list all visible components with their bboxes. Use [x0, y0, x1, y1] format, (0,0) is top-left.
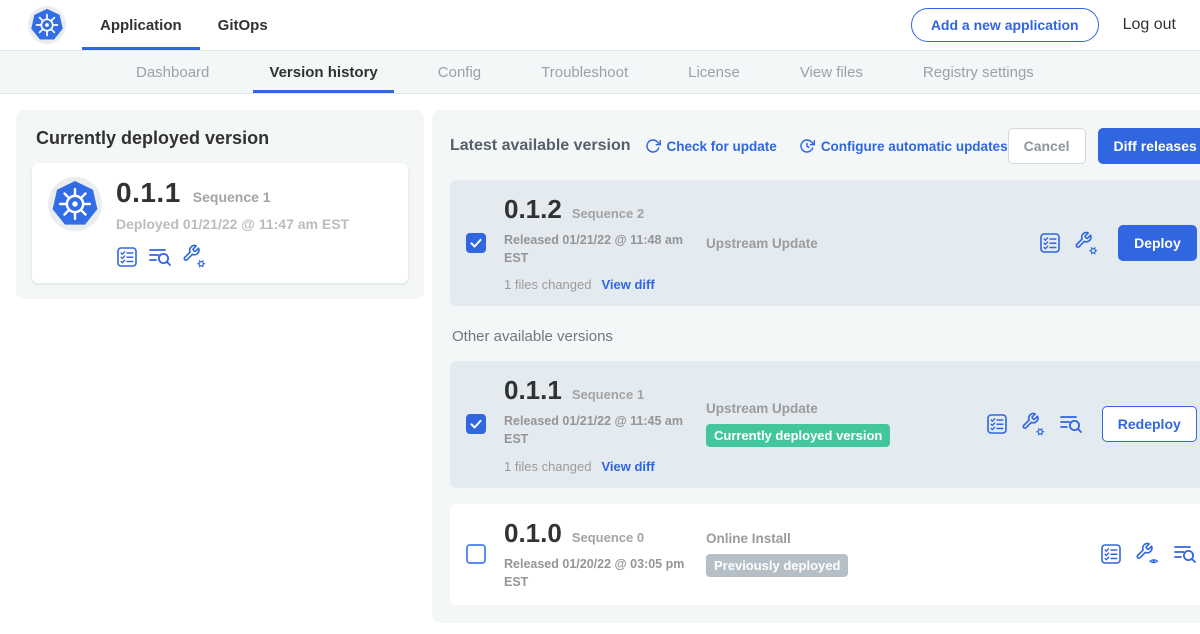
subtab-license-label: License [688, 64, 740, 81]
currently-deployed-badge: Currently deployed version [706, 424, 890, 447]
redeploy-button[interactable]: Redeploy [1102, 406, 1197, 442]
file-search-icon[interactable] [148, 246, 172, 268]
subtab-license[interactable]: License [672, 51, 756, 93]
subtab-version-history[interactable]: Version history [253, 51, 393, 93]
checklist-icon[interactable] [1039, 232, 1061, 254]
released-timestamp: Released 01/21/22 @ 11:45 am EST [504, 412, 702, 448]
refresh-clock-icon [799, 138, 815, 154]
version-number: 0.1.1 [504, 375, 562, 406]
tab-gitops-label: GitOps [218, 17, 268, 34]
sequence-label: Sequence 2 [572, 206, 644, 221]
kubernetes-logo-icon [28, 6, 66, 44]
subtab-config[interactable]: Config [422, 51, 497, 93]
subtab-registry-settings-label: Registry settings [923, 64, 1034, 81]
cancel-button[interactable]: Cancel [1008, 128, 1086, 164]
top-navbar: Application GitOps Add a new application… [0, 0, 1200, 50]
other-available-versions-title: Other available versions [452, 328, 1200, 345]
view-diff-link[interactable]: View diff [601, 459, 654, 474]
deployed-timestamp: Deployed 01/21/22 @ 11:47 am EST [116, 216, 349, 232]
deployed-version-number: 0.1.1 [116, 177, 181, 209]
file-search-icon[interactable] [1059, 413, 1083, 435]
version-source-label: Upstream Update [706, 236, 1039, 251]
app-kubernetes-icon [48, 177, 102, 231]
files-changed-label: 1 files changed [504, 277, 591, 292]
released-timestamp: Released 01/21/22 @ 11:48 am EST [504, 231, 702, 267]
version-number: 0.1.2 [504, 194, 562, 225]
version-number: 0.1.0 [504, 518, 562, 549]
latest-version-header: Latest available version Check for updat… [450, 128, 1200, 164]
currently-deployed-title: Currently deployed version [36, 128, 408, 149]
add-application-button[interactable]: Add a new application [911, 8, 1099, 42]
released-timestamp: Released 01/20/22 @ 03:05 pm EST [504, 555, 702, 591]
version-source-label: Upstream Update [706, 401, 986, 416]
edit-config-wrench-gear-icon[interactable] [182, 244, 207, 269]
subtab-version-history-label: Version history [269, 64, 377, 81]
version-select-checkbox[interactable] [466, 414, 486, 434]
version-row-0-1-0: 0.1.0 Sequence 0 Released 01/20/22 @ 03:… [450, 504, 1200, 605]
check-for-update-link[interactable]: Check for update [645, 138, 777, 154]
view-config-wrench-eye-icon[interactable] [1135, 542, 1160, 567]
subtab-troubleshoot[interactable]: Troubleshoot [525, 51, 644, 93]
currently-deployed-panel: Currently deployed version 0.1.1 Sequenc… [16, 110, 424, 299]
subtab-troubleshoot-label: Troubleshoot [541, 64, 628, 81]
checklist-icon[interactable] [1100, 543, 1122, 565]
version-select-checkbox[interactable] [466, 233, 486, 253]
subtab-config-label: Config [438, 64, 481, 81]
app-logo [28, 0, 66, 50]
refresh-icon [645, 138, 661, 154]
subtab-dashboard[interactable]: Dashboard [120, 51, 225, 93]
view-diff-link[interactable]: View diff [601, 277, 654, 292]
previously-deployed-badge: Previously deployed [706, 554, 848, 577]
subtab-view-files-label: View files [800, 64, 863, 81]
deployed-sequence-label: Sequence 1 [193, 189, 271, 205]
checkmark-icon [469, 417, 483, 431]
sequence-label: Sequence 1 [572, 387, 644, 402]
tab-application-label: Application [100, 17, 182, 34]
version-source-label: Online Install [706, 531, 1100, 546]
subtab-registry-settings[interactable]: Registry settings [907, 51, 1050, 93]
subtab-dashboard-label: Dashboard [136, 64, 209, 81]
configure-automatic-updates-link[interactable]: Configure automatic updates [799, 138, 1008, 154]
subtab-view-files[interactable]: View files [784, 51, 879, 93]
version-select-checkbox[interactable] [466, 544, 486, 564]
diff-releases-button[interactable]: Diff releases [1098, 128, 1200, 164]
edit-config-wrench-gear-icon[interactable] [1074, 231, 1099, 256]
logout-link[interactable]: Log out [1123, 16, 1176, 34]
files-changed-label: 1 files changed [504, 459, 591, 474]
file-search-icon[interactable] [1173, 543, 1197, 565]
edit-config-wrench-gear-icon[interactable] [1021, 412, 1046, 437]
checklist-icon[interactable] [986, 413, 1008, 435]
version-row-0-1-1: 0.1.1 Sequence 1 Released 01/21/22 @ 11:… [450, 361, 1200, 487]
sequence-label: Sequence 0 [572, 530, 644, 545]
app-sub-navbar: Dashboard Version history Config Trouble… [0, 50, 1200, 94]
check-for-update-label: Check for update [667, 139, 777, 154]
latest-version-title: Latest available version [450, 137, 631, 155]
deploy-button[interactable]: Deploy [1118, 225, 1197, 261]
version-row-0-1-2: 0.1.2 Sequence 2 Released 01/21/22 @ 11:… [450, 180, 1200, 306]
checklist-icon[interactable] [116, 246, 138, 268]
configure-automatic-updates-label: Configure automatic updates [821, 139, 1008, 154]
checkmark-icon [469, 236, 483, 250]
version-history-panel: Latest available version Check for updat… [432, 110, 1200, 623]
tab-application[interactable]: Application [82, 0, 200, 50]
tab-gitops[interactable]: GitOps [200, 0, 286, 50]
deployed-version-card: 0.1.1 Sequence 1 Deployed 01/21/22 @ 11:… [32, 163, 408, 283]
